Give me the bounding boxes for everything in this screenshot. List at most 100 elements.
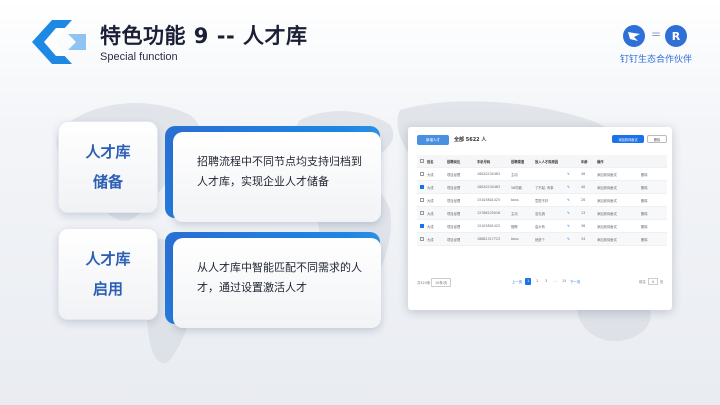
cell-age: 28 [581,198,586,202]
delete-link[interactable]: 删除 [641,237,657,242]
delete-link[interactable]: 删除 [641,224,657,229]
cell-channel: 主动 [511,172,518,177]
edit-icon[interactable]: ✎ [567,237,581,241]
feature-label-card-storage: 人才库 储备 [58,121,158,213]
record-count: 共320条 [417,281,431,285]
col-channel: 招聘渠道 [511,159,525,164]
desc-line2: 人才库，实现企业人才储备 [197,175,329,188]
cell-channel: 主动 [511,211,518,216]
row-checkbox[interactable] [417,198,427,202]
page-ellipsis: ... [553,279,557,283]
row-checkbox[interactable] [417,211,427,215]
row-checkbox[interactable] [417,237,427,241]
cell-age: 48 [581,172,586,176]
cell-job: 项目经理 [447,172,461,177]
cell-channel: boss [511,237,519,241]
cell-reason: 了不起, 有事 [535,185,554,190]
col-name: 姓名 [427,159,434,164]
add-to-interview-link[interactable]: 添加到待面试 [597,198,641,203]
add-to-interview-link[interactable]: 添加到待面试 [597,224,641,229]
page-subtitle: Special function [100,51,178,63]
table-row: 大成 项目经理 18682317723 boss 就是个 ✎ 34 添加到待面试 删除 [417,233,667,246]
header-checkbox[interactable] [417,159,427,163]
col-phone: 手机号码 [477,159,491,164]
cell-reason: 没礼貌 [535,211,545,216]
edit-icon[interactable]: ✎ [567,211,581,215]
row-checkbox[interactable] [417,185,427,189]
cell-job: 项目经理 [447,198,461,203]
delete-link[interactable]: 删除 [641,172,657,177]
edit-icon[interactable]: ✎ [567,172,581,176]
cell-reason: 意愿不好 [535,198,549,203]
cell-phone: 15786225016 [477,211,501,215]
page-3[interactable]: 3 [543,278,549,285]
goto-page: 前往 4 页 [639,278,663,285]
add-to-interview-button[interactable]: 添加到待面试 [612,135,644,143]
cell-phone: 15103801425 [477,224,501,228]
delete-link[interactable]: 删除 [641,198,657,203]
cell-name: 大成 [427,198,434,203]
delete-button[interactable]: 删除 [647,135,667,143]
feature-label-line2: 启用 [92,280,123,298]
row-checkbox[interactable] [417,224,427,228]
edit-icon[interactable]: ✎ [567,198,581,202]
add-to-interview-link[interactable]: 添加到待面试 [597,237,641,242]
goto-input[interactable]: 4 [647,278,658,285]
partner-text: 钉钉生态合作伙伴 [619,55,692,65]
add-talent-button[interactable]: 新增人才 [417,135,449,145]
table-row: 大成 项目经理 15103801425 boss 意愿不好 ✎ 28 添加到待面试 删除 [417,194,667,207]
table-row: 大成 项目经理 15103801425 猎聘 高大有 ✎ 36 添加到待面试 删除 [417,220,667,233]
row-checkbox[interactable] [417,172,427,176]
cell-job: 项目经理 [447,237,461,242]
partner-equals: = [651,27,662,41]
prev-page-link[interactable]: 上一页 [512,279,522,284]
desc-line1: 招聘流程中不同节点均支持归档到 [197,155,362,168]
desc-line1: 从人才库中智能匹配不同需求的人 [197,261,362,274]
cell-channel: 猎聘 [511,224,518,229]
goto-label: 前往 [639,280,646,284]
desc-card: 从人才库中智能匹配不同需求的人 才，通过设置激活人才 [173,238,381,328]
goto-unit: 页 [659,280,664,284]
table-row: 大成 项目经理 15786225016 主动 没礼貌 ✎ 13 添加到待面试 删除 [417,207,667,220]
cell-job: 项目经理 [447,211,461,216]
page-2[interactable]: 2 [534,278,540,285]
edit-icon[interactable]: ✎ [567,185,581,189]
delete-link[interactable]: 删除 [641,211,657,216]
page-15[interactable]: 15 [561,278,567,285]
cell-age: 36 [581,224,586,228]
table-row: 大成 项目经理 18020234483 主动 ✎ 48 添加到待面试 删除 [417,168,667,181]
cell-reason: 就是个 [535,237,545,242]
pagination: 共320条 10条/页 上一页 1 2 3 ... 15 下一页 前往 4 页 [417,278,667,288]
table-header-row: 姓名 招聘岗位 手机号码 招聘渠道 放入人才库原因 年龄 操作 [417,155,667,168]
desc-line2: 才，通过设置激活人才 [197,281,307,294]
add-to-interview-link[interactable]: 添加到待面试 [597,211,641,216]
pager: 上一页 1 2 3 ... 15 下一页 [512,278,580,285]
cell-name: 大成 [427,172,434,177]
feature-label-line1: 人才库 [85,250,131,268]
cell-channel: boss [511,198,519,202]
cell-phone: 18020234483 [477,185,501,189]
page-title: 特色功能 9 -- 人才库 [100,24,308,48]
cell-age: 40 [581,185,586,189]
talent-table: 姓名 招聘岗位 手机号码 招聘渠道 放入人才库原因 年龄 操作 大成 项目经理 18… [417,155,667,246]
next-page-link[interactable]: 下一页 [570,279,580,284]
feature-desc-activate: 从人才库中智能匹配不同需求的人 才，通过设置激活人才 [165,232,381,328]
edit-icon[interactable]: ✎ [567,224,581,228]
col-age: 年龄 [581,159,588,164]
page-size-select[interactable]: 10条/页 [431,278,452,287]
cell-channel: 58同城 [511,185,522,190]
page-1[interactable]: 1 [525,278,532,285]
add-to-interview-link[interactable]: 添加到待面试 [597,185,641,190]
col-op: 操作 [597,159,604,164]
add-to-interview-link[interactable]: 添加到待面试 [597,172,641,177]
cell-name: 大成 [427,224,434,229]
cell-phone: 15103801425 [477,198,501,202]
cell-name: 大成 [427,185,434,190]
svg-text:R: R [672,30,681,43]
delete-link[interactable]: 删除 [641,185,657,190]
feature-label-line1: 人才库 [85,143,131,161]
cell-phone: 18682317723 [477,237,501,241]
col-reason: 放入人才库原因 [535,159,559,164]
feature-label-line2: 储备 [92,173,123,191]
table-row: 大成 项目经理 18020234483 58同城 了不起, 有事 ✎ 40 添加到待面试 删除 [417,181,667,194]
